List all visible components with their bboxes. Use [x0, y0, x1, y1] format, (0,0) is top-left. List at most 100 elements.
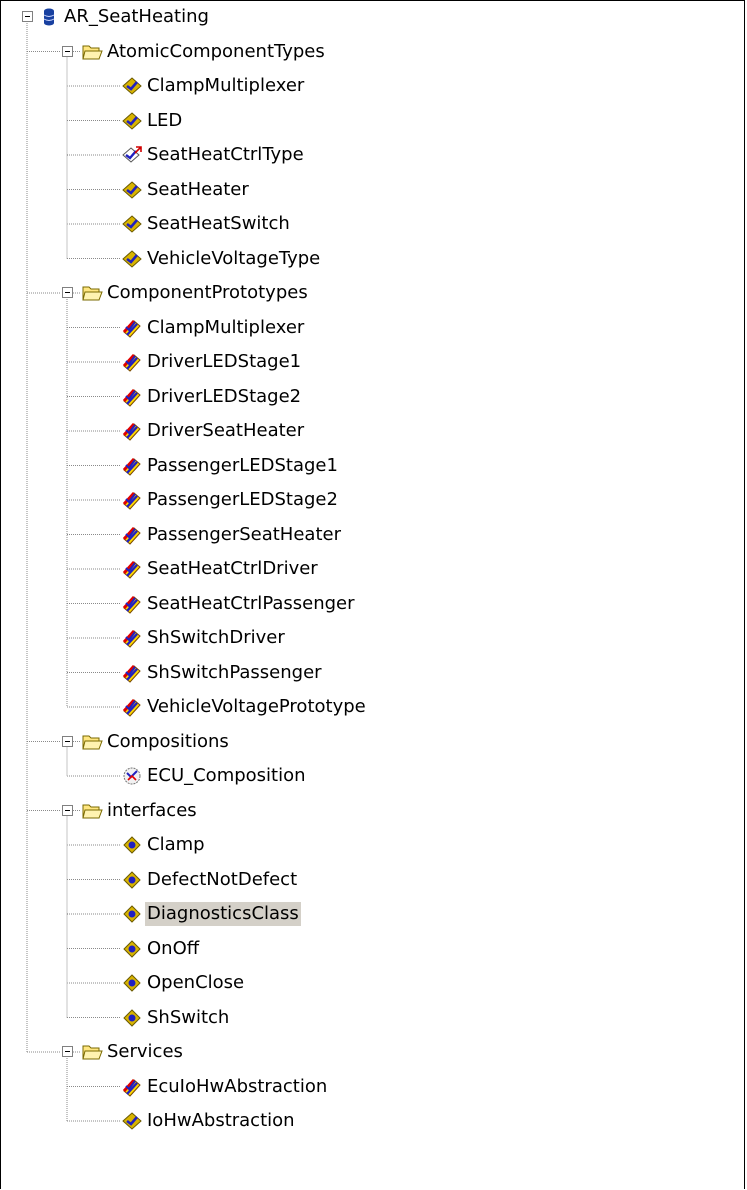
component-type-icon: [122, 215, 142, 233]
node-label: SeatHeater: [147, 178, 249, 200]
component-prototype-icon: [122, 664, 141, 683]
interface-icon: [123, 939, 141, 958]
node-label: SeatHeatCtrlPassenger: [147, 592, 355, 614]
node-label: interfaces: [107, 799, 197, 821]
component-prototype-icon: [122, 1078, 141, 1097]
tree-item[interactable]: PassengerLEDStage2: [121, 483, 340, 517]
folder-open-icon: [82, 286, 103, 301]
interface-icon: [123, 905, 141, 923]
node-label: DriverLEDStage1: [147, 351, 302, 372]
application-component-type-icon: [122, 146, 142, 163]
component-type-icon: [122, 249, 142, 268]
component-prototype-icon: [122, 319, 141, 338]
component-prototype-icon: [122, 560, 141, 579]
tree-item[interactable]: SeatHeatCtrlDriver: [121, 552, 320, 586]
collapse-toggle[interactable]: [62, 1046, 73, 1057]
node-label: Compositions: [107, 730, 229, 752]
tree-item[interactable]: ClampMultiplexer: [121, 311, 306, 345]
composition-icon: [123, 767, 141, 785]
interface-icon: [123, 870, 141, 889]
tree-item[interactable]: SeatHeatCtrlType: [121, 138, 306, 172]
component-prototype-icon: [122, 457, 141, 476]
tree-folder[interactable]: Services: [81, 1035, 185, 1069]
node-label: Clamp: [147, 834, 205, 855]
tree-item[interactable]: SeatHeater: [121, 173, 251, 207]
component-prototype-icon: [122, 388, 141, 407]
tree-item[interactable]: ShSwitch: [121, 1001, 231, 1035]
tree-item[interactable]: VehicleVoltagePrototype: [121, 690, 368, 724]
node-label: SeatHeatCtrlType: [147, 144, 304, 165]
node-label: VehicleVoltagePrototype: [147, 696, 366, 717]
node-label: PassengerSeatHeater: [147, 523, 341, 545]
collapse-toggle[interactable]: [62, 287, 73, 298]
component-prototype-icon: [122, 353, 141, 372]
node-label: ShSwitchDriver: [147, 627, 285, 648]
tree-item[interactable]: DiagnosticsClass: [121, 897, 301, 931]
node-label: DiagnosticsClass: [145, 902, 301, 926]
tree-item[interactable]: OpenClose: [121, 966, 246, 1000]
interface-icon: [123, 836, 141, 854]
node-label: OpenClose: [147, 972, 245, 993]
node-label: EcuIoHwAbstraction: [147, 1075, 328, 1097]
tree-guide-lines: [26, 23, 121, 1122]
tree-folder[interactable]: Compositions: [81, 725, 231, 759]
tree-root[interactable]: AR_SeatHeating: [38, 0, 211, 34]
node-label: VehicleVoltageType: [147, 247, 321, 269]
tree-item[interactable]: ShSwitchPassenger: [121, 656, 324, 690]
component-type-icon: [122, 111, 142, 130]
tree-item[interactable]: IoHwAbstraction: [121, 1104, 297, 1138]
node-label: ComponentPrototypes: [107, 282, 308, 303]
collapse-toggle[interactable]: [62, 45, 73, 57]
interface-icon: [123, 1008, 141, 1027]
component-prototype-icon: [122, 491, 141, 510]
node-label: SeatHeatCtrlDriver: [147, 558, 318, 579]
node-label: OnOff: [147, 937, 200, 959]
component-prototype-icon: [122, 595, 141, 614]
node-label: IoHwAbstraction: [147, 1110, 295, 1131]
tree-item[interactable]: ECU_Composition: [121, 759, 308, 793]
tree-item[interactable]: LED: [121, 104, 184, 138]
tree-item[interactable]: SeatHeatSwitch: [121, 207, 292, 241]
tree-item[interactable]: OnOff: [121, 932, 201, 966]
folder-open-icon: [82, 1045, 103, 1060]
node-label: ECU_Composition: [147, 765, 306, 786]
folder-open-icon: [82, 45, 103, 59]
node-label: DriverLEDStage2: [147, 385, 302, 407]
tree-item[interactable]: PassengerSeatHeater: [121, 518, 343, 552]
node-label: DefectNotDefect: [147, 868, 298, 890]
tree-item[interactable]: ClampMultiplexer: [121, 69, 306, 103]
tree-folder[interactable]: AtomicComponentTypes: [81, 35, 327, 69]
tree-item[interactable]: DriverLEDStage2: [121, 380, 303, 414]
component-prototype-icon: [122, 526, 141, 545]
project-tree[interactable]: AR_SeatHeating AtomicComponentTypes Clam…: [0, 0, 745, 1189]
node-label: ShSwitch: [147, 1006, 230, 1028]
collapse-toggle[interactable]: [22, 11, 33, 22]
tree-folder[interactable]: ComponentPrototypes: [81, 276, 310, 310]
tree-item[interactable]: SeatHeatCtrlPassenger: [121, 587, 357, 621]
tree-item[interactable]: PassengerLEDStage1: [121, 449, 340, 483]
tree-item[interactable]: Clamp: [121, 828, 207, 862]
node-label: DriverSeatHeater: [147, 420, 305, 441]
node-label: ClampMultiplexer: [147, 316, 305, 338]
node-label: ShSwitchPassenger: [147, 661, 322, 683]
interface-icon: [123, 974, 141, 992]
database-icon: [43, 8, 55, 26]
folder-open-icon: [82, 804, 103, 818]
tree-folder[interactable]: interfaces: [81, 794, 199, 828]
tree-item[interactable]: DriverLEDStage1: [121, 345, 303, 379]
component-prototype-icon: [122, 698, 141, 717]
collapse-toggle[interactable]: [62, 804, 73, 816]
tree-item[interactable]: EcuIoHwAbstraction: [121, 1070, 329, 1104]
node-label: SeatHeatSwitch: [147, 213, 290, 234]
node-label: PassengerLEDStage1: [147, 454, 338, 476]
tree-item[interactable]: ShSwitchDriver: [121, 621, 287, 655]
component-prototype-icon: [122, 422, 141, 441]
node-label: AR_SeatHeating: [64, 6, 209, 27]
component-prototype-icon: [122, 629, 141, 648]
tree-item[interactable]: VehicleVoltageType: [121, 242, 322, 276]
tree-item[interactable]: DefectNotDefect: [121, 863, 299, 897]
collapse-toggle[interactable]: [62, 735, 73, 747]
tree-item[interactable]: DriverSeatHeater: [121, 414, 306, 448]
component-type-icon: [122, 77, 142, 95]
component-type-icon: [122, 180, 142, 199]
